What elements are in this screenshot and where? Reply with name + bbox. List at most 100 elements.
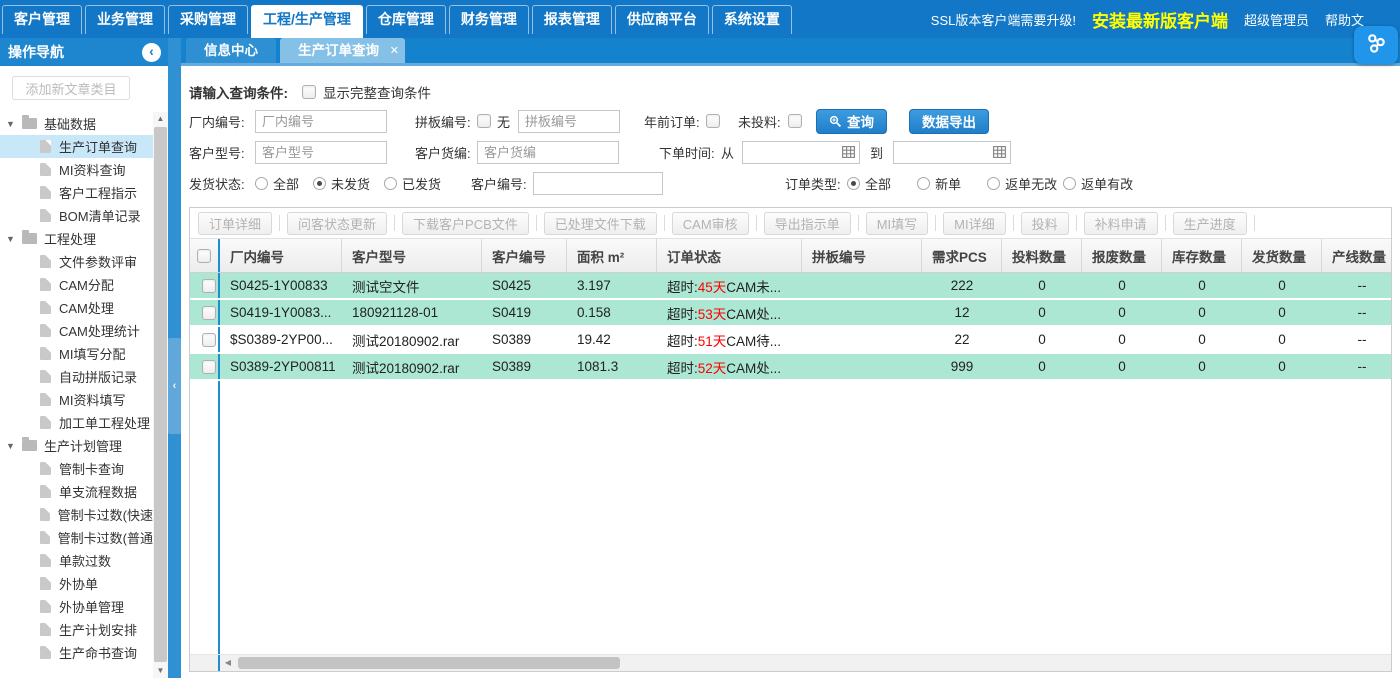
pre-year-order-checkbox[interactable] <box>706 114 720 128</box>
data-export-button[interactable]: 数据导出 <box>909 109 989 134</box>
order-detail-button[interactable]: 订单详细 <box>198 212 272 235</box>
tree-item-outsource-order-mgmt[interactable]: 外协单管理 <box>0 595 153 618</box>
col-order-status[interactable]: 订单状态 <box>657 239 802 272</box>
order-type-new-radio[interactable]: 新单 <box>917 174 961 193</box>
row-checkbox[interactable] <box>202 333 216 347</box>
sidebar-scrollbar[interactable]: ▲ ▼ <box>153 112 168 678</box>
tree-item-work-order-process[interactable]: 加工单工程处理 <box>0 411 153 434</box>
table-row[interactable]: S0425-1Y00833 测试空文件 S0425 3.197 超时:45天 C… <box>190 273 1391 300</box>
splitter-collapse-handle[interactable]: ‹ <box>168 338 181 434</box>
calendar-icon[interactable] <box>842 146 855 158</box>
col-area[interactable]: 面积 m² <box>567 239 657 272</box>
col-factory-no[interactable]: 厂内编号 <box>220 239 342 272</box>
order-type-repeat-changed-radio[interactable]: 返单有改 <box>1063 174 1133 193</box>
tree-item-customer-engineering-note[interactable]: 客户工程指示 <box>0 181 153 204</box>
tree-item-mi-fill-assign[interactable]: MI填写分配 <box>0 342 153 365</box>
table-row[interactable]: S0389-2YP00811 测试20180902.rar S0389 1081… <box>190 354 1391 381</box>
table-row[interactable]: S0419-1Y0083... 180921128-01 S0419 0.158… <box>190 300 1391 327</box>
customer-no-input[interactable] <box>533 172 663 195</box>
tree-item-cam-process-stats[interactable]: CAM处理统计 <box>0 319 153 342</box>
col-feed-qty[interactable]: 投料数量 <box>1002 239 1082 272</box>
tree-item-bom-list-record[interactable]: BOM清单记录 <box>0 204 153 227</box>
user-name[interactable]: 超级管理员 <box>1244 10 1309 29</box>
nav-tab-report-mgmt[interactable]: 报表管理 <box>532 5 612 34</box>
order-type-repeat-nochange-radio[interactable]: 返单无改 <box>987 174 1057 193</box>
customer-code-input[interactable] <box>477 141 619 164</box>
col-ship-qty[interactable]: 发货数量 <box>1242 239 1322 272</box>
tree-folder-production-plan-mgmt[interactable]: ▼生产计划管理 <box>0 434 153 457</box>
horizontal-scrollbar-thumb[interactable] <box>238 657 620 669</box>
table-row[interactable]: $S0389-2YP00... 测试20180902.rar S0389 19.… <box>190 327 1391 354</box>
select-all-checkbox[interactable] <box>197 249 211 263</box>
not-fed-checkbox[interactable] <box>788 114 802 128</box>
customer-model-input[interactable] <box>255 141 387 164</box>
tree-folder-basic-data[interactable]: ▼基础数据 <box>0 112 153 135</box>
tree-item-production-plan-arrange[interactable]: 生产计划安排 <box>0 618 153 641</box>
download-customer-pcb-button[interactable]: 下载客户PCB文件 <box>402 212 529 235</box>
tree-item-production-order-query[interactable]: 生产订单查询 <box>0 135 153 158</box>
nav-tab-business-mgmt[interactable]: 业务管理 <box>85 5 165 34</box>
sidebar-scrollbar-thumb[interactable] <box>154 127 167 662</box>
horizontal-scrollbar[interactable]: ◀ <box>190 654 1391 671</box>
factory-no-input[interactable] <box>255 110 387 133</box>
ship-status-shipped-radio[interactable]: 已发货 <box>384 174 441 193</box>
nav-tab-customer-mgmt[interactable]: 客户管理 <box>2 5 82 34</box>
tree-item-mi-data-query[interactable]: MI资料查询 <box>0 158 153 181</box>
search-button[interactable]: 查询 <box>816 109 887 134</box>
download-processed-file-button[interactable]: 已处理文件下载 <box>544 212 657 235</box>
tree-item-card-count-normal[interactable]: 管制卡过数(普通 <box>0 526 153 549</box>
tree-item-single-count[interactable]: 单款过数 <box>0 549 153 572</box>
feed-material-button[interactable]: 投料 <box>1021 212 1069 235</box>
tree-item-single-flow-data[interactable]: 单支流程数据 <box>0 480 153 503</box>
tree-item-production-order-doc-query[interactable]: 生产命书查询 <box>0 641 153 664</box>
row-checkbox[interactable] <box>202 360 216 374</box>
production-progress-button[interactable]: 生产进度 <box>1173 212 1247 235</box>
ask-customer-status-button[interactable]: 问客状态更新 <box>287 212 387 235</box>
tree-item-file-param-review[interactable]: 文件参数评审 <box>0 250 153 273</box>
col-customer-no[interactable]: 客户编号 <box>482 239 567 272</box>
scroll-left-icon[interactable]: ◀ <box>220 655 236 671</box>
mi-detail-button[interactable]: MI详细 <box>943 212 1005 235</box>
sidebar-splitter[interactable]: ‹ <box>168 38 181 678</box>
cam-audit-button[interactable]: CAM审核 <box>672 212 749 235</box>
col-customer-model[interactable]: 客户型号 <box>342 239 482 272</box>
export-instruction-button[interactable]: 导出指示单 <box>764 212 851 235</box>
nav-tab-supplier-platform[interactable]: 供应商平台 <box>615 5 709 34</box>
show-full-conditions-checkbox[interactable] <box>302 85 316 99</box>
order-type-all-radio[interactable]: 全部 <box>847 174 891 193</box>
close-icon[interactable]: ✕ <box>390 39 399 64</box>
tree-item-control-card-query[interactable]: 管制卡查询 <box>0 457 153 480</box>
tree-item-cam-assign[interactable]: CAM分配 <box>0 273 153 296</box>
add-article-category-button[interactable]: 添加新文章类目 <box>12 76 130 100</box>
col-demand-pcs[interactable]: 需求PCS <box>922 239 1002 272</box>
nav-tab-engineering-production[interactable]: 工程/生产管理 <box>251 5 363 38</box>
col-panel-no[interactable]: 拼板编号 <box>802 239 922 272</box>
scroll-up-icon[interactable]: ▲ <box>153 112 168 126</box>
ship-status-all-radio[interactable]: 全部 <box>255 174 299 193</box>
col-stock-qty[interactable]: 库存数量 <box>1162 239 1242 272</box>
floating-contact-button[interactable] <box>1354 26 1398 64</box>
calendar-icon[interactable] <box>993 146 1006 158</box>
mi-fill-button[interactable]: MI填写 <box>866 212 928 235</box>
tab-info-center[interactable]: 信息中心 <box>186 38 276 63</box>
nav-tab-purchase-mgmt[interactable]: 采购管理 <box>168 5 248 34</box>
col-line-qty[interactable]: 产线数量 <box>1322 239 1392 272</box>
row-checkbox[interactable] <box>202 279 216 293</box>
install-client-link[interactable]: 安装最新版客户端 <box>1092 7 1228 32</box>
nav-tab-warehouse-mgmt[interactable]: 仓库管理 <box>366 5 446 34</box>
nav-tab-finance-mgmt[interactable]: 财务管理 <box>449 5 529 34</box>
tab-production-order-query[interactable]: 生产订单查询 ✕ <box>280 38 405 63</box>
row-checkbox[interactable] <box>202 306 216 320</box>
nav-tab-system-settings[interactable]: 系统设置 <box>712 5 792 34</box>
scroll-down-icon[interactable]: ▼ <box>153 664 168 678</box>
tree-item-cam-process[interactable]: CAM处理 <box>0 296 153 319</box>
sidebar-collapse-button[interactable]: ‹ <box>142 43 161 62</box>
supplement-material-button[interactable]: 补料申请 <box>1084 212 1158 235</box>
tree-item-outsource-order[interactable]: 外协单 <box>0 572 153 595</box>
panel-none-checkbox[interactable] <box>477 114 491 128</box>
col-scrap-qty[interactable]: 报废数量 <box>1082 239 1162 272</box>
ship-status-not-shipped-radio[interactable]: 未发货 <box>313 174 370 193</box>
tree-item-card-count-fast[interactable]: 管制卡过数(快速 <box>0 503 153 526</box>
tree-folder-engineering-process[interactable]: ▼工程处理 <box>0 227 153 250</box>
tree-item-mi-data-fill[interactable]: MI资料填写 <box>0 388 153 411</box>
